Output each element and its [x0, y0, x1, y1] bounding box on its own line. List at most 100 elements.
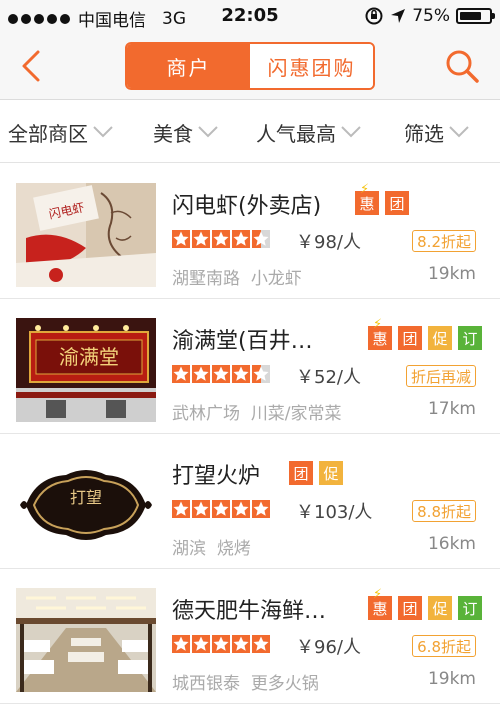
merchant-meta: 湖墅南路 小龙虾 [172, 264, 302, 289]
star-icon [192, 635, 210, 653]
star-icon [252, 500, 270, 518]
avg-price: ￥52/人 [296, 367, 361, 388]
rotation-lock-icon [365, 7, 383, 25]
merchant-thumbnail: 打望 [16, 453, 156, 557]
avg-price: ￥98/人 [296, 232, 361, 253]
merchant-category: 烧烤 [216, 539, 251, 559]
merchant-tags: ⚡ 惠 团 促 订 [368, 587, 482, 620]
merchant-thumbnail: 闪电虾 [16, 183, 156, 287]
deal-tag: ⚡ 惠 [368, 317, 392, 350]
discount-badge: 8.2折起 [412, 230, 476, 252]
chevron-down-icon [93, 126, 113, 138]
search-icon[interactable] [444, 48, 480, 84]
star-icon [232, 365, 250, 383]
merchant-name: 闪电虾(外卖店) [172, 194, 322, 219]
group-buy-tag: 团 [385, 191, 409, 215]
battery-percent: 75% [412, 6, 450, 26]
filter-area[interactable]: 全部商区 [8, 101, 114, 163]
promo-tag: 促 [319, 461, 343, 485]
battery-icon [456, 8, 495, 24]
chevron-down-icon [198, 126, 218, 138]
star-icon [252, 230, 270, 248]
group-buy-tag: 团 [398, 326, 422, 350]
merchant-area: 湖滨 [172, 539, 206, 559]
nav-bar: 商户 闪惠团购 [0, 34, 500, 100]
merchant-tags: 团 促 [289, 461, 343, 485]
filter-bar: 全部商区 美食 人气最高 筛选 [0, 101, 500, 163]
star-icon [172, 635, 190, 653]
merchant-distance: 16km [427, 534, 476, 554]
merchant-area: 城西银泰 [172, 674, 240, 694]
deal-tag: ⚡ 惠 [368, 587, 392, 620]
segmented-control: 商户 闪惠团购 [125, 42, 375, 90]
chevron-down-icon [449, 126, 469, 138]
thumbnail-logo-text: 打望 [70, 488, 102, 507]
star-rating [172, 230, 270, 248]
promo-tag: 促 [428, 596, 452, 620]
chevron-left-icon[interactable] [12, 46, 52, 86]
merchant-meta: 湖滨 烧烤 [172, 534, 251, 559]
filter-category-label: 美食 [153, 121, 193, 146]
filter-sort[interactable]: 人气最高 [256, 101, 362, 163]
avg-price: ￥96/人 [296, 637, 361, 658]
merchant-name: 渝满堂(百井… [172, 329, 313, 354]
star-icon [212, 500, 230, 518]
promo-tag: 促 [428, 326, 452, 350]
filter-more[interactable]: 筛选 [404, 101, 470, 163]
discount-badge: 6.8折起 [412, 635, 476, 657]
filter-category[interactable]: 美食 [153, 101, 219, 163]
merchant-row[interactable]: 闪电虾 闪电虾(外卖店) ⚡ 惠 团 ￥98/人 8.2折起 湖墅南路 小龙虾 1… [0, 164, 500, 299]
discount-badge: 折后再减 [405, 365, 476, 387]
star-rating [172, 635, 270, 653]
tab-flash-deals[interactable]: 闪惠团购 [250, 44, 373, 88]
thumbnail-sign-text: 渝满堂 [59, 345, 119, 369]
tab-merchants[interactable]: 商户 [127, 44, 250, 88]
merchant-thumbnail [16, 588, 156, 692]
merchant-meta: 城西银泰 更多火锅 [172, 669, 319, 694]
merchant-row[interactable]: 德天肥牛海鲜… ⚡ 惠 团 促 订 ￥96/人 6.8折起 城西银泰 更多火锅 1… [0, 569, 500, 704]
star-rating [172, 500, 270, 518]
star-icon [172, 230, 190, 248]
merchant-area: 湖墅南路 [172, 269, 240, 289]
star-icon [192, 230, 210, 248]
merchant-list: 闪电虾 闪电虾(外卖店) ⚡ 惠 团 ￥98/人 8.2折起 湖墅南路 小龙虾 1… [0, 164, 500, 704]
lightning-icon: ⚡ [373, 587, 383, 602]
group-buy-tag: 团 [289, 461, 313, 485]
booking-tag: 订 [458, 596, 482, 620]
star-rating [172, 365, 270, 383]
lightning-icon: ⚡ [360, 182, 370, 197]
merchant-area: 武林广场 [172, 404, 240, 424]
deal-tag: ⚡ 惠 [355, 182, 379, 215]
merchant-category: 小龙虾 [250, 269, 302, 289]
star-icon [172, 365, 190, 383]
star-icon [232, 230, 250, 248]
lightning-icon: ⚡ [373, 317, 383, 332]
star-icon [252, 365, 270, 383]
merchant-name: 打望火炉 [172, 464, 261, 489]
location-arrow-icon [391, 9, 406, 23]
booking-tag: 订 [458, 326, 482, 350]
merchant-row[interactable]: 打望 打望火炉 团 促 ￥103/人 8.8折起 湖滨 烧烤 16km [0, 434, 500, 569]
star-icon [212, 230, 230, 248]
star-icon [172, 500, 190, 518]
star-icon [252, 635, 270, 653]
merchant-distance: 17km [427, 399, 476, 419]
star-icon [212, 635, 230, 653]
merchant-tags: ⚡ 惠 团 [355, 182, 409, 215]
chevron-down-icon [341, 126, 361, 138]
filter-sort-label: 人气最高 [256, 121, 336, 146]
merchant-category: 更多火锅 [250, 674, 319, 694]
filter-more-label: 筛选 [404, 121, 444, 146]
merchant-thumbnail: 渝满堂 [16, 318, 156, 422]
merchant-distance: 19km [427, 669, 476, 689]
star-icon [192, 365, 210, 383]
merchant-meta: 武林广场 川菜/家常菜 [172, 399, 342, 424]
status-bar: 中国电信 3G 22:05 75% [0, 0, 500, 34]
merchant-row[interactable]: 渝满堂 渝满堂(百井… ⚡ 惠 团 促 订 ￥52/人 折后再减 武林广场 川菜/… [0, 299, 500, 434]
star-icon [232, 635, 250, 653]
star-icon [192, 500, 210, 518]
discount-badge: 8.8折起 [412, 500, 476, 522]
group-buy-tag: 团 [398, 596, 422, 620]
merchant-tags: ⚡ 惠 团 促 订 [368, 317, 482, 350]
merchant-category: 川菜/家常菜 [250, 404, 342, 424]
